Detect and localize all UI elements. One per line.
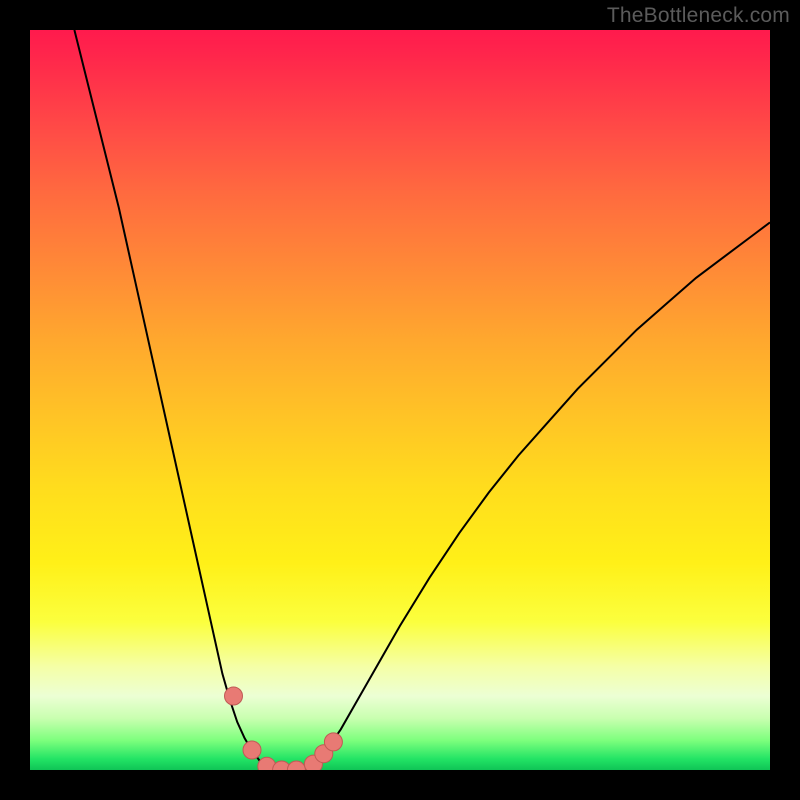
- watermark-text: TheBottleneck.com: [607, 4, 790, 28]
- marker-point: [243, 741, 261, 759]
- curve-group: [74, 30, 770, 770]
- chart-plot-area: [30, 30, 770, 770]
- marker-point: [287, 761, 305, 770]
- chart-frame: TheBottleneck.com: [0, 0, 800, 800]
- chart-svg: [30, 30, 770, 770]
- marker-point: [225, 687, 243, 705]
- marker-group: [225, 687, 343, 770]
- marker-point: [324, 733, 342, 751]
- bottleneck-curve: [74, 30, 770, 770]
